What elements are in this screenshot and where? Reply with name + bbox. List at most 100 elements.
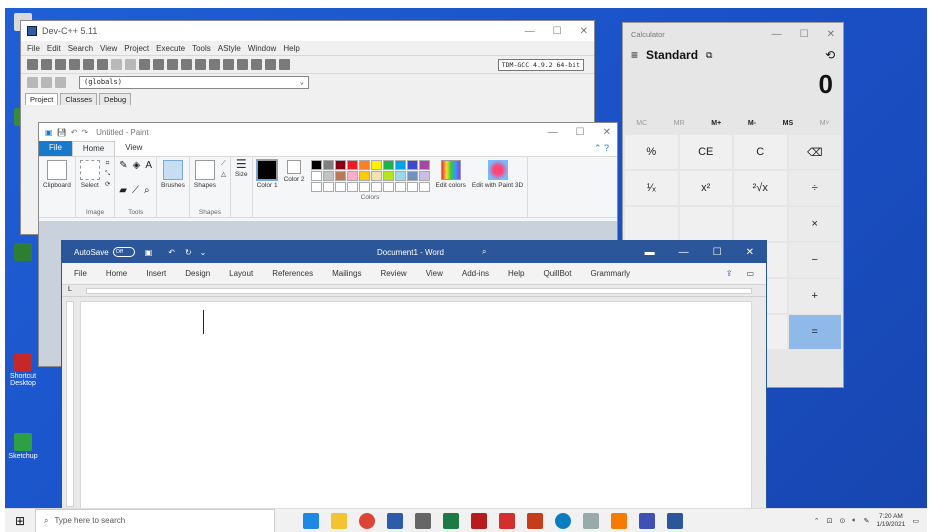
calc-key[interactable] [734,207,787,241]
word-titlebar[interactable]: AutoSave Off ▣ ↶ ↻ ⌄ Document1 - Word ⌕ … [62,241,766,263]
calc-key[interactable]: − [788,243,841,277]
minimize-icon[interactable]: — [548,127,558,138]
color-swatch[interactable] [346,171,358,181]
minimize-icon[interactable]: — [525,26,535,37]
edge-icon[interactable] [555,512,571,529]
help-icon[interactable]: ⌃ ? [586,141,617,156]
menu-view[interactable]: View [100,44,117,53]
horizontal-ruler[interactable]: L [62,285,766,297]
comments-icon[interactable]: ▭ [746,269,754,278]
text-icon[interactable]: A [145,160,152,171]
calc-key[interactable]: C [734,135,787,169]
keep-on-top-icon[interactable]: ⧉ [706,50,712,61]
tab-design[interactable]: Design [185,269,210,278]
paint-titlebar[interactable]: ▣ 💾︎ ↶ ↷ Untitled - Paint — ☐ ✕ [39,123,617,141]
color-swatch[interactable] [406,171,418,181]
eraser-icon[interactable]: ▰ [119,185,127,196]
toggle-comment-icon[interactable] [167,59,178,70]
crop-button[interactable]: ⌗ ⤡ ⟳ [105,160,110,188]
calc-key[interactable]: ÷ [788,171,841,205]
calc-key[interactable]: CE [679,135,732,169]
customize-qat-icon[interactable]: ⌄ [200,248,207,257]
color-swatch[interactable] [382,160,394,170]
redo-icon[interactable]: ↻ [185,248,192,257]
close-file-icon[interactable] [83,59,94,70]
display-icon[interactable]: ⊙ [840,517,846,525]
tab-classes[interactable]: Classes [60,93,98,105]
close-icon[interactable]: ✕ [746,247,754,258]
minimize-icon[interactable]: — [679,247,689,258]
calc-key[interactable]: % [625,135,678,169]
outline-fill-button[interactable]: ⟋ △ [221,160,226,178]
menu-search[interactable]: Search [68,44,93,53]
system-clock[interactable]: 7:20 AM 1/19/2021 [876,513,905,529]
color-swatch[interactable] [394,160,406,170]
start-button[interactable]: ⊞ [5,509,35,532]
close-icon[interactable]: ✕ [580,26,588,37]
document-page[interactable] [80,301,752,511]
goto-icon[interactable] [181,59,192,70]
save-icon[interactable] [55,59,66,70]
edit-colors-button[interactable]: Edit colors [436,160,466,189]
color2-button[interactable]: Color 2 [284,160,305,183]
taskbar-app-icon[interactable] [303,512,319,529]
tab-file[interactable]: File [74,269,87,278]
color-swatch[interactable] [322,171,334,181]
color-swatch[interactable] [310,182,322,192]
devcpp-taskbar-icon[interactable] [387,512,403,529]
minimize-icon[interactable]: — [772,29,782,40]
calc-key[interactable]: + [788,279,841,313]
redo-icon[interactable] [125,59,136,70]
network-icon[interactable]: ⊡ [827,517,833,525]
indent-icon[interactable] [139,59,150,70]
color-swatch[interactable] [370,160,382,170]
menu-project[interactable]: Project [124,44,149,53]
calc-key[interactable]: ¹⁄ₓ [625,171,678,205]
tab-view[interactable]: View [426,269,443,278]
menu-edit[interactable]: Edit [47,44,61,53]
color-swatch[interactable] [418,160,430,170]
word-window[interactable]: AutoSave Off ▣ ↶ ↻ ⌄ Document1 - Word ⌕ … [61,240,767,511]
memory-list-button[interactable]: M˅ [820,120,830,127]
autosave-control[interactable]: AutoSave Off [74,247,135,257]
powerpoint-icon[interactable] [527,512,543,529]
paint-taskbar-icon[interactable] [583,512,599,529]
color-swatch[interactable] [370,182,382,192]
share-icon[interactable]: ⇪ [726,269,733,278]
color-swatch[interactable] [394,171,406,181]
unindent-icon[interactable] [153,59,164,70]
run-icon[interactable] [209,59,220,70]
color-picker-icon[interactable]: ⟋ [132,185,139,196]
volume-icon[interactable]: 🔈︎ [852,517,856,525]
color-swatch[interactable] [322,160,334,170]
calc-key[interactable]: = [788,315,841,349]
tab-file[interactable]: File [39,141,72,156]
insert-icon[interactable] [41,77,52,88]
color-swatch[interactable] [310,160,322,170]
compile-run-icon[interactable] [223,59,234,70]
color1-button[interactable]: Color 1 [256,159,279,189]
chrome-icon[interactable] [359,512,375,529]
save-icon[interactable]: 💾︎ [57,128,67,137]
tab-debug[interactable]: Debug [99,93,132,105]
maximize-icon[interactable]: ☐ [576,127,585,138]
color-swatch[interactable] [418,182,430,192]
notifications-icon[interactable]: ▭ [912,517,919,525]
memory-clear-button[interactable]: MC [636,120,647,127]
select-button[interactable]: Select [79,160,100,189]
check-icon[interactable] [251,59,262,70]
file-explorer-icon[interactable] [331,512,347,529]
settings-icon[interactable] [415,512,431,529]
maximize-icon[interactable]: ☐ [553,26,562,37]
search-icon[interactable]: ⌕ [482,247,486,257]
word-taskbar-icon[interactable] [667,512,683,529]
color-swatch[interactable] [310,171,322,181]
redo-icon[interactable]: ↷ [81,128,88,137]
calc-key[interactable]: x² [679,171,732,205]
acrobat-icon[interactable] [499,512,515,529]
new-class-icon[interactable] [27,77,38,88]
maximize-icon[interactable]: ☐ [800,29,809,40]
color-swatch[interactable] [334,182,346,192]
compile-icon[interactable] [195,59,206,70]
maximize-icon[interactable]: ☐ [713,247,722,258]
